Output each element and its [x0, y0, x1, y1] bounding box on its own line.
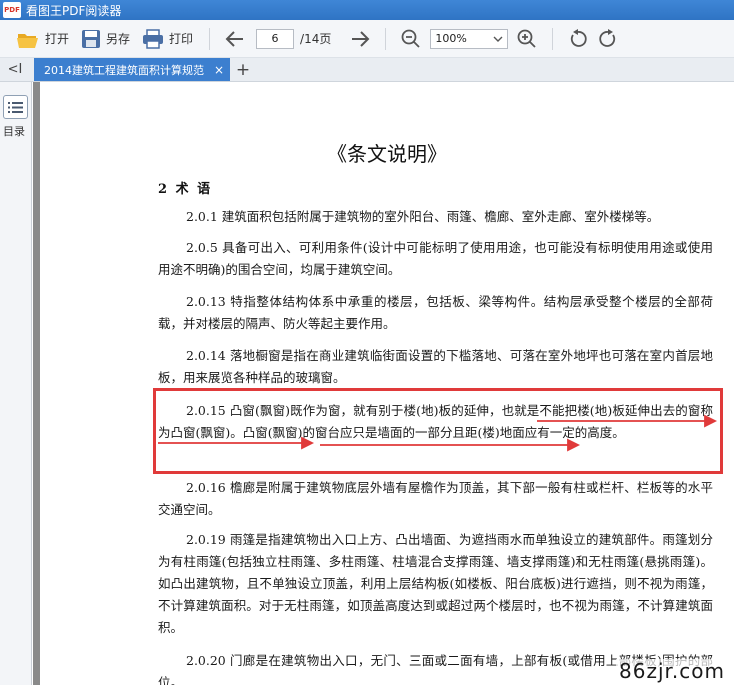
rotate-right-button[interactable] [593, 24, 623, 54]
rotate-right-icon [599, 28, 616, 47]
next-page-button[interactable] [345, 24, 375, 54]
document-title: 《条文说明》 [327, 142, 447, 166]
section-heading: 2 术 语 [158, 182, 213, 197]
pdf-page: 《条文说明》 2 术 语 2.0.1 建筑面积包括附属于建筑物的室外阳台、雨篷、… [40, 82, 734, 685]
toolbar-divider [209, 27, 211, 50]
add-tab-button[interactable]: + [230, 58, 256, 81]
annotation-highlight-box [153, 388, 723, 474]
document-viewport[interactable]: 《条文说明》 2 术 语 2.0.1 建筑面积包括附属于建筑物的室外阳台、雨篷、… [33, 82, 734, 685]
zoom-out-button[interactable] [396, 24, 426, 54]
arrow-right-icon [352, 30, 370, 47]
toolbar-divider [385, 27, 387, 50]
tab-document-label: 2014建筑工程建筑面积计算规范 [44, 63, 204, 77]
close-icon[interactable]: × [214, 63, 224, 77]
pdf-logo-icon: PDF [3, 2, 21, 18]
folder-open-icon [17, 33, 38, 48]
paragraph-2-0-1: 2.0.1 建筑面积包括附属于建筑物的室外阳台、雨篷、檐廊、室外走廊、室外楼梯等… [186, 209, 660, 224]
toc-button[interactable] [3, 95, 28, 119]
title-bar: PDF 看图王PDF阅读器 [0, 0, 734, 20]
print-label: 打印 [169, 32, 194, 46]
save-as-button[interactable]: 另存 [75, 24, 136, 54]
tab-document[interactable]: 2014建筑工程建筑面积计算规范 × [34, 58, 230, 81]
paragraph-2-0-5: 2.0.5 具备可出入、可利用条件(设计中可能标明了使用用途，也可能没有标明使用… [158, 240, 713, 277]
open-button[interactable]: 打开 [10, 24, 75, 54]
save-as-label: 另存 [106, 32, 131, 46]
paragraph-2-0-14: 2.0.14 落地橱窗是指在商业建筑临街面设置的下槛落地、可落在室外地坪也可落在… [158, 348, 713, 385]
toolbar-divider [552, 27, 554, 50]
toc-label: 目录 [3, 125, 25, 138]
zoom-value: 100% [435, 32, 467, 45]
app-title: 看图王PDF阅读器 [26, 3, 122, 18]
rotate-left-button[interactable] [563, 24, 593, 54]
page-number-input[interactable] [256, 28, 295, 49]
save-icon [82, 29, 101, 48]
chevron-down-icon [493, 36, 503, 42]
zoom-select[interactable]: 100% [430, 28, 509, 49]
page-total: /14页 [300, 32, 332, 46]
arrow-left-icon [225, 30, 244, 47]
site-watermark: 86zjr.com [616, 659, 728, 683]
prev-page-button[interactable] [220, 24, 250, 54]
paragraph-2-0-19: 2.0.19 雨篷是指建筑物出入口上方、凸出墙面、为遮挡雨水而单独设立的建筑部件… [158, 532, 713, 635]
paragraph-2-0-13: 2.0.13 特指整体结构体系中承重的楼层，包括板、梁等构件。结构层承受整个楼层… [158, 294, 713, 331]
open-label: 打开 [45, 32, 70, 46]
tab-bar: <I 2014建筑工程建筑面积计算规范 × + [0, 58, 734, 82]
paragraph-2-0-16: 2.0.16 檐廊是附属于建筑物底层外墙有屋檐作为顶盖，其下部一般有柱或栏杆、栏… [158, 480, 713, 517]
zoom-in-button[interactable] [512, 24, 542, 54]
printer-icon [143, 28, 164, 49]
list-icon [8, 101, 23, 113]
sidebar: 目录 [0, 82, 32, 685]
rotate-left-icon [571, 28, 587, 47]
zoom-in-icon [517, 29, 537, 48]
print-button[interactable]: 打印 [136, 24, 199, 54]
toolbar: 打开 另存 打印 /14页 100% [0, 20, 734, 58]
zoom-out-icon [401, 29, 421, 48]
collapse-sidebar-button[interactable]: <I [0, 58, 30, 81]
